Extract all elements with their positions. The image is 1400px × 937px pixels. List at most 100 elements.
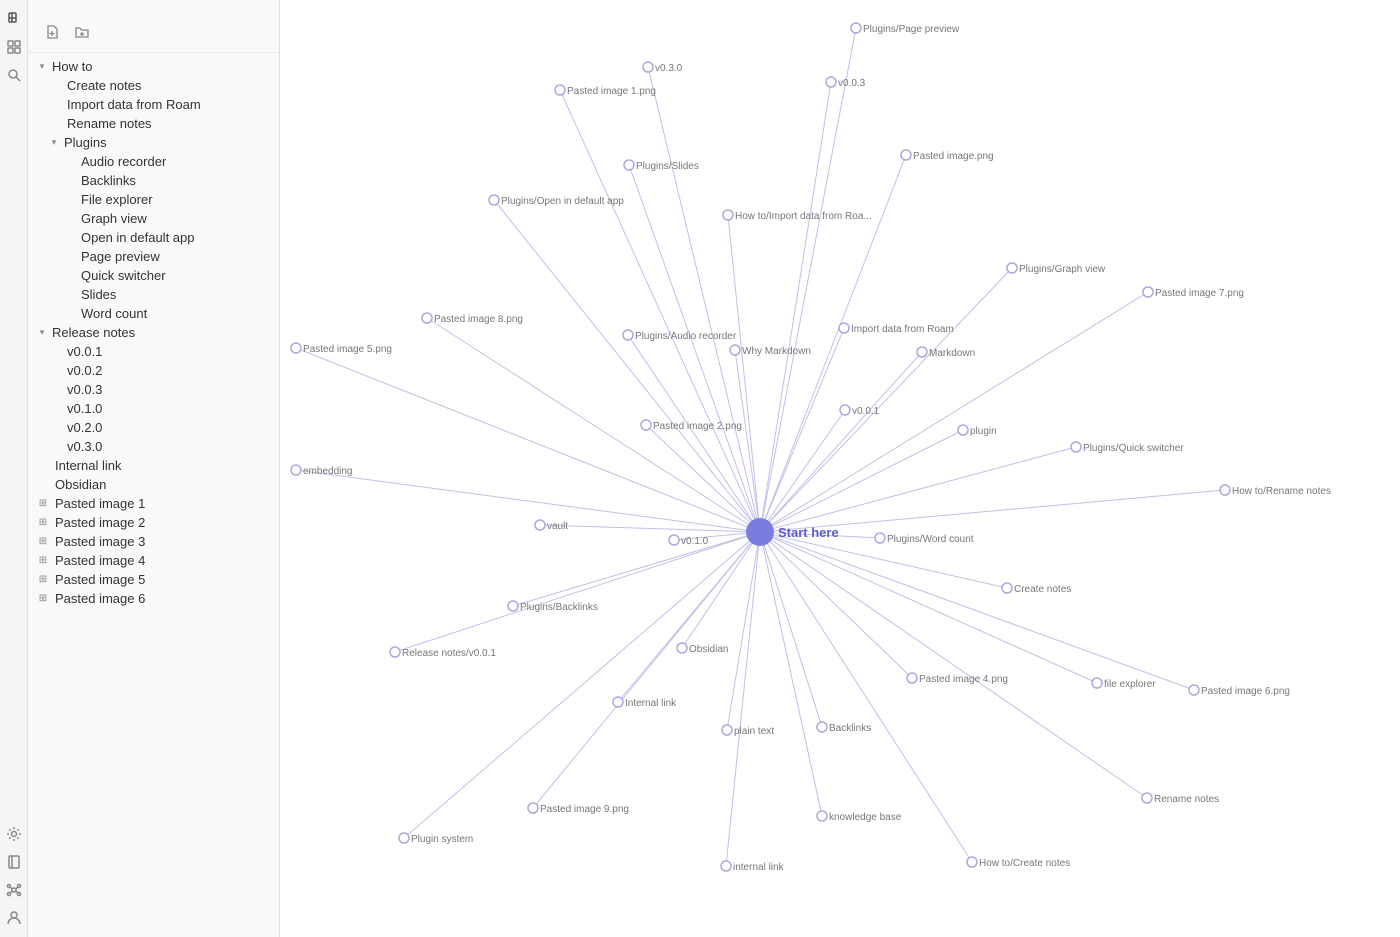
tree-item-internal-link[interactable]: Internal link (28, 456, 279, 475)
icon-bar (0, 0, 28, 937)
tree-item-backlinks[interactable]: Backlinks (28, 171, 279, 190)
svg-text:Internal link: Internal link (625, 698, 677, 709)
notebook-icon[interactable] (3, 851, 25, 873)
file-icon (62, 212, 76, 226)
file-icon (62, 231, 76, 245)
image-icon: ⊞ (36, 573, 50, 587)
tree-item-pasted-image-6[interactable]: ⊞Pasted image 6 (28, 589, 279, 608)
file-icon (62, 288, 76, 302)
svg-text:v0.3.0: v0.3.0 (655, 63, 683, 74)
tree-item-v0.2.0[interactable]: v0.2.0 (28, 418, 279, 437)
file-icon (62, 307, 76, 321)
search-icon[interactable] (3, 64, 25, 86)
svg-text:Pasted image 2.png: Pasted image 2.png (653, 421, 742, 432)
main-graph[interactable]: Plugins/Page previewv0.3.0v0.0.3Pasted i… (280, 0, 1400, 937)
new-file-button[interactable] (40, 20, 64, 44)
collapse-icon: ▾ (36, 61, 48, 73)
tree-item-word-count[interactable]: Word count (28, 304, 279, 323)
tree-item-pasted-image-2[interactable]: ⊞Pasted image 2 (28, 513, 279, 532)
blocks-icon[interactable] (3, 36, 25, 58)
file-icon (48, 440, 62, 454)
tree-item-page-preview[interactable]: Page preview (28, 247, 279, 266)
file-icon (62, 193, 76, 207)
collapse-icon: ▾ (48, 137, 60, 149)
svg-text:Plugins/Audio recorder: Plugins/Audio recorder (635, 331, 737, 342)
svg-text:Plugins/Graph view: Plugins/Graph view (1019, 264, 1106, 275)
graph-icon[interactable] (3, 879, 25, 901)
svg-text:Pasted image 8.png: Pasted image 8.png (434, 314, 523, 325)
file-icon (62, 174, 76, 188)
svg-text:knowledge base: knowledge base (829, 812, 902, 823)
image-icon: ⊞ (36, 497, 50, 511)
file-icon (36, 478, 50, 492)
tree-item-plugins[interactable]: ▾Plugins (28, 133, 279, 152)
tree-item-release-notes[interactable]: ▾Release notes (28, 323, 279, 342)
svg-text:Plugins/Backlinks: Plugins/Backlinks (520, 602, 598, 613)
svg-text:file explorer: file explorer (1104, 679, 1156, 690)
settings-icon[interactable] (3, 823, 25, 845)
graph-svg: Plugins/Page previewv0.3.0v0.0.3Pasted i… (280, 0, 1400, 937)
svg-text:Plugins/Word count: Plugins/Word count (887, 534, 974, 545)
tree-item-pasted-image-1[interactable]: ⊞Pasted image 1 (28, 494, 279, 513)
svg-text:Release notes/v0.0.1: Release notes/v0.0.1 (402, 648, 496, 659)
tree-item-pasted-image-4[interactable]: ⊞Pasted image 4 (28, 551, 279, 570)
tree-item-v0.0.2[interactable]: v0.0.2 (28, 361, 279, 380)
tree-item-v0.3.0[interactable]: v0.3.0 (28, 437, 279, 456)
svg-text:Import data from Roam: Import data from Roam (851, 324, 954, 335)
svg-text:v0.1.0: v0.1.0 (681, 536, 709, 547)
tree-item-v0.0.1[interactable]: v0.0.1 (28, 342, 279, 361)
tree-item-v0.1.0[interactable]: v0.1.0 (28, 399, 279, 418)
tree-item-slides[interactable]: Slides (28, 285, 279, 304)
file-icon (48, 345, 62, 359)
svg-text:Pasted image.png: Pasted image.png (913, 151, 994, 162)
file-icon (62, 269, 76, 283)
file-icon (62, 155, 76, 169)
person-icon[interactable] (3, 907, 25, 929)
tree-item-how-to[interactable]: ▾How to (28, 57, 279, 76)
tree-item-pasted-image-3[interactable]: ⊞Pasted image 3 (28, 532, 279, 551)
tree-item-obsidian[interactable]: Obsidian (28, 475, 279, 494)
image-icon: ⊞ (36, 592, 50, 606)
svg-text:embedding: embedding (303, 466, 352, 477)
tree-item-quick-switcher[interactable]: Quick switcher (28, 266, 279, 285)
svg-text:Markdown: Markdown (929, 348, 975, 359)
files-icon[interactable] (3, 8, 25, 30)
image-icon: ⊞ (36, 554, 50, 568)
tree-item-import-data-from-roam[interactable]: Import data from Roam (28, 95, 279, 114)
tree-item-rename-notes[interactable]: Rename notes (28, 114, 279, 133)
svg-text:Plugins/Open in default app: Plugins/Open in default app (501, 196, 624, 207)
svg-text:v0.0.1: v0.0.1 (852, 406, 880, 417)
file-icon (48, 383, 62, 397)
svg-text:Pasted image 6.png: Pasted image 6.png (1201, 686, 1290, 697)
image-icon: ⊞ (36, 516, 50, 530)
svg-text:Plugins/Slides: Plugins/Slides (636, 161, 699, 172)
svg-text:Pasted image 1.png: Pasted image 1.png (567, 86, 656, 97)
svg-text:Why Markdown: Why Markdown (742, 346, 811, 357)
svg-text:vault: vault (547, 521, 568, 532)
new-folder-button[interactable] (70, 20, 94, 44)
tree-item-audio-recorder[interactable]: Audio recorder (28, 152, 279, 171)
file-icon (36, 459, 50, 473)
file-icon (62, 250, 76, 264)
sidebar-header (28, 0, 279, 53)
tree-item-file-explorer[interactable]: File explorer (28, 190, 279, 209)
svg-text:How to/Rename notes: How to/Rename notes (1232, 486, 1331, 497)
tree-item-graph-view[interactable]: Graph view (28, 209, 279, 228)
tree-item-create-notes[interactable]: Create notes (28, 76, 279, 95)
file-icon (48, 79, 62, 93)
svg-text:How to/Create notes: How to/Create notes (979, 858, 1070, 869)
tree-item-v0.0.3[interactable]: v0.0.3 (28, 380, 279, 399)
svg-text:v0.0.3: v0.0.3 (838, 78, 866, 89)
tree-item-open-in-default-app[interactable]: Open in default app (28, 228, 279, 247)
tree-item-pasted-image-5[interactable]: ⊞Pasted image 5 (28, 570, 279, 589)
svg-text:Pasted image 4.png: Pasted image 4.png (919, 674, 1008, 685)
svg-text:Pasted image 7.png: Pasted image 7.png (1155, 288, 1244, 299)
file-icon (48, 364, 62, 378)
svg-text:plain text: plain text (734, 726, 774, 737)
svg-text:plugin: plugin (970, 426, 997, 437)
file-icon (48, 117, 62, 131)
svg-text:Obsidian: Obsidian (689, 644, 728, 655)
file-icon (48, 98, 62, 112)
svg-text:Rename notes: Rename notes (1154, 794, 1219, 805)
svg-text:Pasted image 9.png: Pasted image 9.png (540, 804, 629, 815)
